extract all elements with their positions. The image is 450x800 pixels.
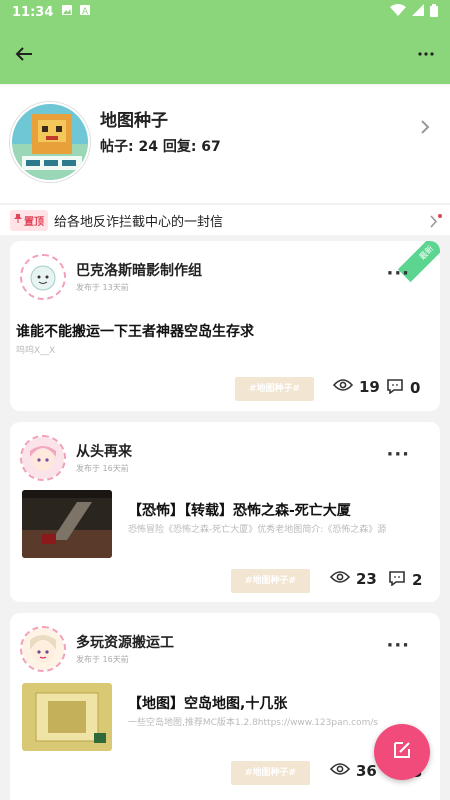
top-bar: 11:34 A — [0, 0, 450, 84]
avatar[interactable] — [20, 254, 66, 300]
pinned-notice[interactable]: 置顶 给各地反诈拦截中心的一封信 — [0, 205, 450, 235]
comment-count-value: 2 — [412, 571, 423, 589]
post-time: 发布于 13天前 — [76, 283, 129, 292]
post-title: 【地图】空岛地图,十几张 — [128, 696, 288, 712]
compose-button[interactable] — [374, 724, 430, 780]
topic-tag[interactable]: #地图种子# — [235, 377, 315, 401]
view-count-value: 23 — [356, 570, 377, 588]
post-thumbnail[interactable] — [22, 490, 112, 558]
forum-title: 地图种子 — [100, 111, 168, 131]
status-bar: 11:34 A — [0, 0, 450, 24]
post-title: 谁能不能搬运一下王者神器空岛生存求 — [16, 324, 254, 340]
image-icon — [61, 4, 73, 20]
arrow-left-icon[interactable] — [12, 42, 36, 66]
avatar[interactable] — [20, 435, 66, 481]
author-name[interactable]: 多玩资源搬运工 — [76, 632, 174, 652]
post-title: 【恐怖】【转载】恐怖之森-死亡大厦 — [128, 503, 351, 519]
author-name[interactable]: 从头再来 — [76, 441, 132, 461]
topic-tag[interactable]: #地图种子# — [231, 569, 311, 593]
battery-icon — [430, 3, 438, 21]
eye-icon — [329, 762, 351, 780]
post-card[interactable]: 多玩资源搬运工 发布于 16天前 ··· 【地图】空岛地图,十几张 一些空岛地图… — [10, 613, 440, 800]
comment-count-value: 0 — [410, 379, 421, 397]
view-count: 36 — [329, 762, 377, 780]
post-time: 发布于 16天前 — [76, 655, 129, 664]
post-time: 发布于 16天前 — [76, 464, 129, 473]
forum-header[interactable]: 地图种子 帖子: 24 回复: 67 — [0, 85, 450, 203]
comment-count: 2 — [388, 570, 422, 590]
comment-icon — [386, 378, 404, 398]
chevron-right-icon — [430, 213, 438, 232]
view-count: 23 — [329, 570, 377, 588]
post-thumbnail[interactable] — [22, 683, 112, 751]
a-icon: A — [79, 4, 91, 20]
pin-icon — [14, 214, 22, 226]
post-excerpt: 呜呜X__X — [16, 346, 56, 356]
pin-badge: 置顶 — [10, 209, 48, 231]
pin-badge-label: 置顶 — [24, 216, 44, 228]
view-count-value: 19 — [359, 378, 380, 396]
signal-icon — [412, 4, 424, 20]
unread-dot — [438, 214, 442, 218]
svg-text:A: A — [82, 7, 89, 16]
comment-icon — [388, 570, 406, 590]
edit-icon — [391, 739, 413, 765]
comment-count: 0 — [386, 378, 420, 398]
chevron-right-icon[interactable] — [420, 119, 430, 139]
view-count-value: 36 — [356, 762, 377, 780]
wifi-icon — [390, 4, 406, 20]
topic-tag[interactable]: #地图种子# — [231, 761, 311, 785]
more-dots-icon[interactable]: ··· — [386, 635, 410, 656]
more-dots-icon[interactable]: ··· — [386, 263, 410, 284]
author-name[interactable]: 巴克洛斯暗影制作组 — [76, 260, 202, 280]
app-bar — [0, 24, 450, 84]
avatar[interactable] — [20, 626, 66, 672]
status-time: 11:34 — [12, 4, 54, 20]
pinned-text: 给各地反诈拦截中心的一封信 — [54, 214, 224, 230]
eye-icon — [329, 570, 351, 588]
view-count: 19 — [332, 378, 380, 396]
more-dots-icon[interactable] — [414, 42, 438, 66]
more-dots-icon[interactable]: ··· — [386, 444, 410, 465]
forum-stats: 帖子: 24 回复: 67 — [100, 139, 221, 155]
eye-icon — [332, 378, 354, 396]
post-card[interactable]: 最新 巴克洛斯暗影制作组 发布于 13天前 ··· 谁能不能搬运一下王者神器空岛… — [10, 241, 440, 411]
forum-avatar — [10, 102, 90, 182]
post-excerpt: 一些空岛地图,推荐MC版本1.2.8https://www.123pan.com… — [128, 718, 379, 728]
post-excerpt: 恐怖冒险《恐怖之森-死亡大厦》优秀老地图简介:《恐怖之森》源 — [128, 525, 387, 535]
post-card[interactable]: 从头再来 发布于 16天前 ··· 【恐怖】【转载】恐怖之森-死亡大厦 恐怖冒险… — [10, 422, 440, 602]
